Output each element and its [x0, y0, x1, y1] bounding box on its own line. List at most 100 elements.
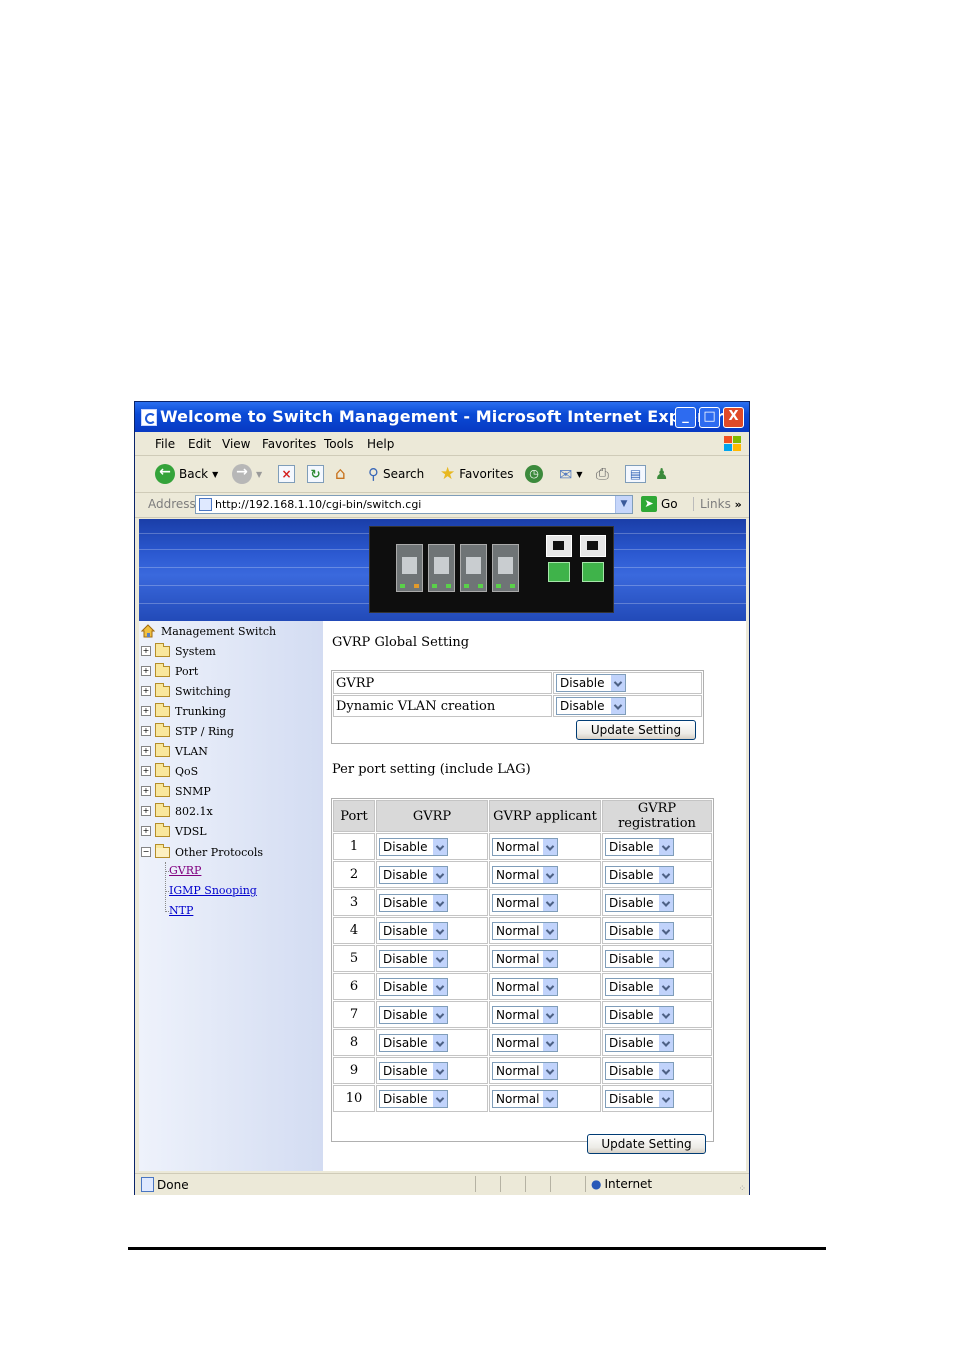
select-value: Disable: [609, 923, 654, 938]
select-value: Normal: [496, 1063, 540, 1078]
menu-file[interactable]: File: [155, 437, 175, 451]
port-registration-select[interactable]: Disable: [605, 949, 674, 968]
port-gvrp-select[interactable]: Disable: [379, 977, 448, 996]
page-icon: [141, 1177, 154, 1192]
port-number: 4: [333, 917, 375, 944]
tree-root[interactable]: Management Switch: [140, 622, 276, 640]
port-gvrp-select[interactable]: Disable: [379, 921, 448, 940]
sidebar-item-trunking[interactable]: + Trunking: [141, 702, 226, 720]
update-per-port-button[interactable]: Update Setting: [587, 1134, 706, 1154]
mail-button[interactable]: ✉ ▼: [559, 461, 583, 487]
edit-button[interactable]: ▤: [625, 461, 646, 487]
expand-icon: +: [141, 666, 151, 676]
sidebar-item-vdsl[interactable]: + VDSL: [141, 822, 207, 840]
port-gvrp-select[interactable]: Disable: [379, 1005, 448, 1024]
home-button[interactable]: ⌂: [335, 461, 346, 487]
sidebar-item-vlan[interactable]: + VLAN: [141, 742, 208, 760]
port-registration-select[interactable]: Disable: [605, 1061, 674, 1080]
mail-icon: ✉: [559, 464, 573, 484]
print-button[interactable]: ⎙: [596, 461, 609, 487]
port-applicant-select[interactable]: Normal: [492, 977, 558, 996]
dynamic-vlan-select[interactable]: Disable: [556, 697, 626, 715]
select-value: Disable: [609, 867, 654, 882]
port-applicant-select[interactable]: Normal: [492, 1061, 558, 1080]
per-port-heading: Per port setting (include LAG): [332, 762, 531, 777]
table-row: 1 Disable Normal Disable: [333, 833, 712, 860]
sidebar-item-snmp[interactable]: + SNMP: [141, 782, 211, 800]
select-value: Disable: [383, 1035, 428, 1050]
search-button[interactable]: ⚲ Search: [368, 461, 424, 487]
port-applicant-select[interactable]: Normal: [492, 1005, 558, 1024]
page-icon: [199, 498, 212, 511]
links-button[interactable]: Links »: [693, 497, 742, 511]
port-number: 7: [333, 1001, 375, 1028]
sidebar-item-other-protocols[interactable]: − Other Protocols: [141, 843, 263, 861]
menu-help[interactable]: Help: [367, 437, 394, 451]
port-applicant-select[interactable]: Normal: [492, 837, 558, 856]
table-row: 10 Disable Normal Disable: [333, 1085, 712, 1112]
chevron-down-icon: [542, 1006, 557, 1023]
messenger-button[interactable]: ♟: [655, 461, 668, 487]
sidebar-item-stp-ring[interactable]: + STP / Ring: [141, 722, 234, 740]
chevron-down-icon: [658, 866, 673, 883]
sidebar-item-8021x[interactable]: +802.1x: [141, 802, 213, 820]
sidebar-link-ntp[interactable]: NTP: [169, 904, 193, 917]
port-gvrp-select[interactable]: Disable: [379, 837, 448, 856]
port-gvrp-select[interactable]: Disable: [379, 949, 448, 968]
port-registration-select[interactable]: Disable: [605, 977, 674, 996]
minimize-button[interactable]: _: [675, 407, 696, 428]
port-applicant-select[interactable]: Normal: [492, 1089, 558, 1108]
sidebar-item-qos[interactable]: + QoS: [141, 762, 198, 780]
port-registration-select[interactable]: Disable: [605, 1033, 674, 1052]
sidebar-link-igmp-snooping[interactable]: IGMP Snooping: [169, 884, 257, 897]
favorites-button[interactable]: ★ Favorites: [440, 461, 513, 487]
port-applicant-select[interactable]: Normal: [492, 921, 558, 940]
star-icon: ★: [440, 464, 456, 484]
port-gvrp-select[interactable]: Disable: [379, 1033, 448, 1052]
sidebar-tree: Management Switch + System + Port + Switchi…: [139, 621, 323, 1171]
port-gvrp-select[interactable]: Disable: [379, 1061, 448, 1080]
menu-edit[interactable]: Edit: [188, 437, 211, 451]
port-registration-select[interactable]: Disable: [605, 837, 674, 856]
address-input[interactable]: http://192.168.1.10/cgi-bin/switch.cgi ▼: [195, 495, 633, 514]
header-banner: [139, 519, 746, 621]
back-button[interactable]: ← Back ▼: [155, 461, 218, 487]
port-number: 8: [333, 1029, 375, 1056]
select-value: Normal: [496, 951, 540, 966]
folder-icon: [155, 682, 170, 697]
go-button[interactable]: ➤ Go: [641, 496, 678, 512]
port-registration-select[interactable]: Disable: [605, 865, 674, 884]
port-applicant-select[interactable]: Normal: [492, 893, 558, 912]
port-applicant-select[interactable]: Normal: [492, 949, 558, 968]
forward-button[interactable]: → ▼: [232, 461, 262, 487]
port-registration-select[interactable]: Disable: [605, 893, 674, 912]
gvrp-select[interactable]: Disable: [556, 674, 626, 692]
port-applicant-select[interactable]: Normal: [492, 865, 558, 884]
stop-button[interactable]: ×: [278, 461, 295, 487]
sidebar-item-port[interactable]: + Port: [141, 662, 198, 680]
port-gvrp-select[interactable]: Disable: [379, 893, 448, 912]
title-bar[interactable]: Welcome to Switch Management - Microsoft…: [135, 402, 749, 432]
port-gvrp-select[interactable]: Disable: [379, 1089, 448, 1108]
update-global-button[interactable]: Update Setting: [576, 720, 696, 740]
port-applicant-select[interactable]: Normal: [492, 1033, 558, 1052]
sidebar-item-system[interactable]: + System: [141, 642, 216, 660]
port-registration-select[interactable]: Disable: [605, 921, 674, 940]
port-gvrp-select[interactable]: Disable: [379, 865, 448, 884]
close-button[interactable]: X: [723, 407, 744, 428]
sidebar-item-switching[interactable]: + Switching: [141, 682, 231, 700]
address-bar: Address http://192.168.1.10/cgi-bin/swit…: [135, 493, 749, 518]
port-registration-select[interactable]: Disable: [605, 1005, 674, 1024]
maximize-button[interactable]: □: [699, 407, 720, 428]
address-dropdown-icon[interactable]: ▼: [615, 496, 632, 513]
menu-tools[interactable]: Tools: [324, 437, 354, 451]
select-value: Disable: [383, 923, 428, 938]
resize-grip-icon[interactable]: ⁘: [738, 1184, 746, 1194]
refresh-button[interactable]: ↻: [307, 461, 324, 487]
port-registration-select[interactable]: Disable: [605, 1089, 674, 1108]
sidebar-link-gvrp[interactable]: GVRP: [169, 864, 201, 877]
header-gvrp-registration: GVRP registration: [602, 800, 712, 832]
history-button[interactable]: ◷: [525, 461, 543, 487]
menu-favorites[interactable]: Favorites: [262, 437, 316, 451]
menu-view[interactable]: View: [222, 437, 250, 451]
